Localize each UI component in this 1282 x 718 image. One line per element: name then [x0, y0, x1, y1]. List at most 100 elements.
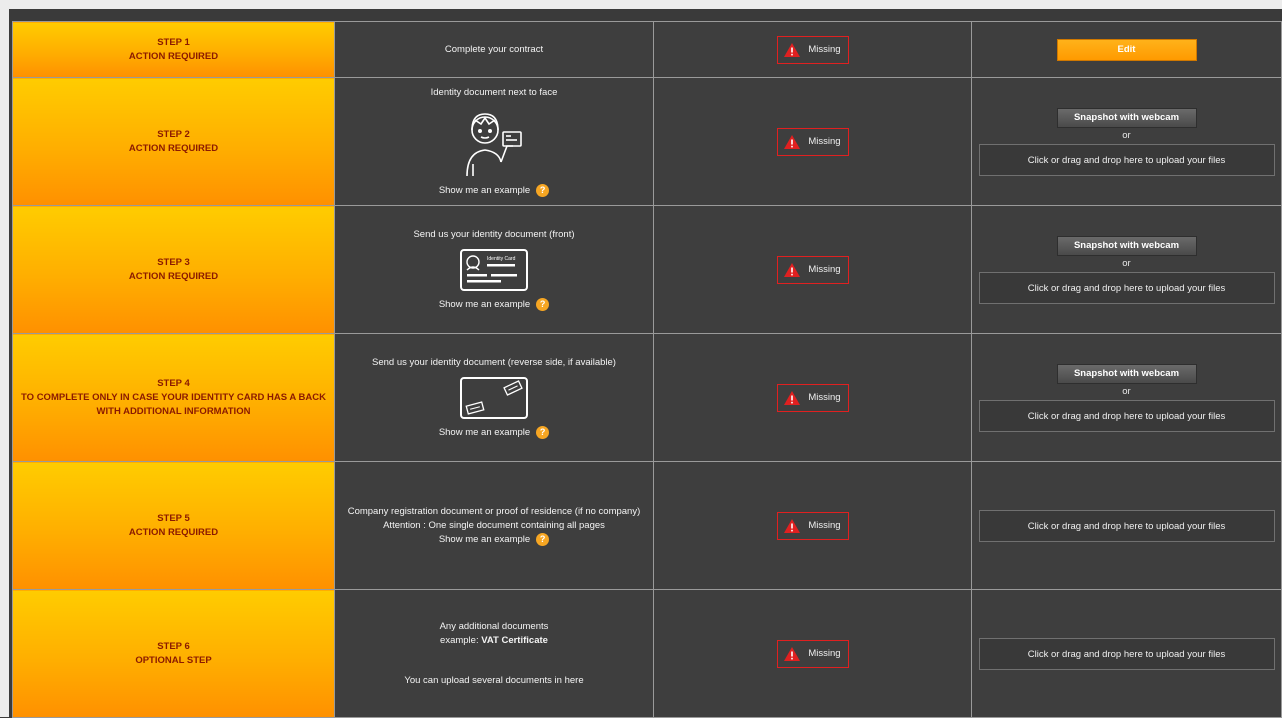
webcam-snapshot-button[interactable]: Snapshot with webcam	[1056, 108, 1197, 128]
description-line2: example: VAT Certificate	[335, 634, 653, 648]
description-text: Identity document next to face	[430, 86, 558, 98]
description-line2: Attention : One single document containi…	[383, 519, 605, 531]
example-text: Show me an example	[438, 426, 531, 438]
step-5-description: Company registration document or proof o…	[334, 461, 654, 590]
missing-badge: Missing	[776, 255, 849, 284]
or-label: or	[1122, 386, 1131, 397]
step-subtitle: ACTION REQUIRED	[128, 142, 219, 154]
step-4-description: Send us your identity document (reverse …	[334, 333, 654, 462]
table-row: STEP 5 ACTION REQUIRED Company registrat…	[12, 461, 1282, 590]
webcam-snapshot-button[interactable]: Snapshot with webcam	[1056, 364, 1197, 384]
table-row: STEP 3 ACTION REQUIRED Send us your iden…	[12, 205, 1282, 334]
step-1-cell: STEP 1 ACTION REQUIRED	[12, 21, 335, 78]
upload-dropzone[interactable]: Click or drag and drop here to upload yo…	[978, 637, 1275, 670]
step-1-description: Complete your contract	[334, 21, 654, 78]
or-label: or	[1122, 258, 1131, 269]
step-5-action: Click or drag and drop here to upload yo…	[971, 461, 1282, 590]
step-subtitle-line2: WITH ADDITIONAL INFORMATION	[96, 405, 251, 417]
table-row: STEP 2 ACTION REQUIRED Identity document…	[12, 77, 1282, 206]
selfie-with-id-icon	[466, 112, 522, 176]
warning-icon	[784, 262, 801, 277]
step-5-cell: STEP 5 ACTION REQUIRED	[12, 461, 335, 590]
status-text: Missing	[808, 136, 841, 147]
example-text: Show me an example	[438, 184, 531, 196]
step-subtitle: OPTIONAL STEP	[135, 654, 212, 666]
warning-icon	[784, 518, 801, 533]
step-1-status: Missing	[653, 21, 972, 78]
show-example-link[interactable]: Show me an example ?	[438, 426, 550, 440]
show-example-link[interactable]: Show me an example ?	[438, 533, 550, 547]
upload-dropzone[interactable]: Click or drag and drop here to upload yo…	[978, 509, 1275, 542]
step-6-description: Any additional documents example: VAT Ce…	[334, 589, 654, 718]
step-5-status: Missing	[653, 461, 972, 590]
warning-icon	[784, 42, 801, 57]
step-2-action: Snapshot with webcam or Click or drag an…	[971, 77, 1282, 206]
warning-icon	[784, 646, 801, 661]
help-icon[interactable]: ?	[536, 533, 550, 546]
step-title: STEP 2	[157, 128, 190, 140]
step-2-cell: STEP 2 ACTION REQUIRED	[12, 77, 335, 206]
steps-table: STEP 1 ACTION REQUIRED Complete your con…	[12, 21, 1282, 718]
help-icon[interactable]: ?	[536, 298, 550, 311]
card-label: Identity Card	[487, 256, 516, 262]
step-title: STEP 5	[157, 512, 190, 524]
example-document: VAT Certificate	[481, 634, 548, 646]
step-3-cell: STEP 3 ACTION REQUIRED	[12, 205, 335, 334]
example-text: Show me an example	[438, 533, 531, 545]
upload-dropzone[interactable]: Click or drag and drop here to upload yo…	[978, 272, 1275, 304]
step-3-description: Send us your identity document (front) I…	[334, 205, 654, 334]
upload-dropzone[interactable]: Click or drag and drop here to upload yo…	[978, 144, 1275, 176]
step-subtitle: ACTION REQUIRED	[128, 526, 219, 538]
step-6-status: Missing	[653, 589, 972, 718]
step-title: STEP 4	[157, 377, 190, 389]
identity-card-front-icon: Identity Card	[460, 248, 528, 291]
show-example-link[interactable]: Show me an example ?	[438, 184, 550, 198]
step-subtitle-line1: TO COMPLETE ONLY IN CASE YOUR IDENTITY C…	[21, 391, 326, 403]
status-text: Missing	[808, 264, 841, 275]
table-row: STEP 1 ACTION REQUIRED Complete your con…	[12, 21, 1282, 78]
description-text: Send us your identity document (reverse …	[372, 356, 616, 368]
webcam-snapshot-button[interactable]: Snapshot with webcam	[1056, 236, 1197, 256]
description-text: Complete your contract	[444, 43, 544, 55]
step-4-cell: STEP 4 TO COMPLETE ONLY IN CASE YOUR IDE…	[12, 333, 335, 462]
example-prefix: example:	[440, 634, 482, 646]
show-example-link[interactable]: Show me an example ?	[438, 298, 550, 312]
step-title: STEP 1	[157, 36, 190, 48]
upload-dropzone[interactable]: Click or drag and drop here to upload yo…	[978, 400, 1275, 432]
description-line3: You can upload several documents in here	[404, 674, 584, 686]
missing-badge: Missing	[776, 35, 849, 64]
description-line1: Company registration document or proof o…	[347, 505, 641, 517]
missing-badge: Missing	[776, 511, 849, 540]
warning-icon	[784, 134, 801, 149]
step-2-status: Missing	[653, 77, 972, 206]
example-text: Show me an example	[438, 298, 531, 310]
status-text: Missing	[808, 392, 841, 403]
missing-badge: Missing	[776, 639, 849, 668]
step-4-status: Missing	[653, 333, 972, 462]
missing-badge: Missing	[776, 127, 849, 156]
step-3-action: Snapshot with webcam or Click or drag an…	[971, 205, 1282, 334]
step-4-action: Snapshot with webcam or Click or drag an…	[971, 333, 1282, 462]
help-icon[interactable]: ?	[536, 184, 550, 197]
step-subtitle: ACTION REQUIRED	[128, 270, 219, 282]
table-row: STEP 6 OPTIONAL STEP Any additional docu…	[12, 589, 1282, 718]
step-6-cell: STEP 6 OPTIONAL STEP	[12, 589, 335, 718]
step-1-action: Edit	[971, 21, 1282, 78]
or-label: or	[1122, 130, 1131, 141]
step-2-description: Identity document next to face Show me a…	[334, 77, 654, 206]
step-3-status: Missing	[653, 205, 972, 334]
edit-button[interactable]: Edit	[1056, 38, 1197, 61]
missing-badge: Missing	[776, 383, 849, 412]
top-bar	[0, 0, 1282, 9]
step-title: STEP 3	[157, 256, 190, 268]
description-text: Send us your identity document (front)	[413, 228, 575, 240]
identity-card-back-icon	[460, 376, 528, 419]
status-text: Missing	[808, 520, 841, 531]
status-text: Missing	[808, 648, 841, 659]
warning-icon	[784, 390, 801, 405]
step-title: STEP 6	[157, 640, 190, 652]
help-icon[interactable]: ?	[536, 426, 550, 439]
left-bar	[0, 0, 9, 717]
description-line1: Any additional documents	[439, 620, 549, 632]
